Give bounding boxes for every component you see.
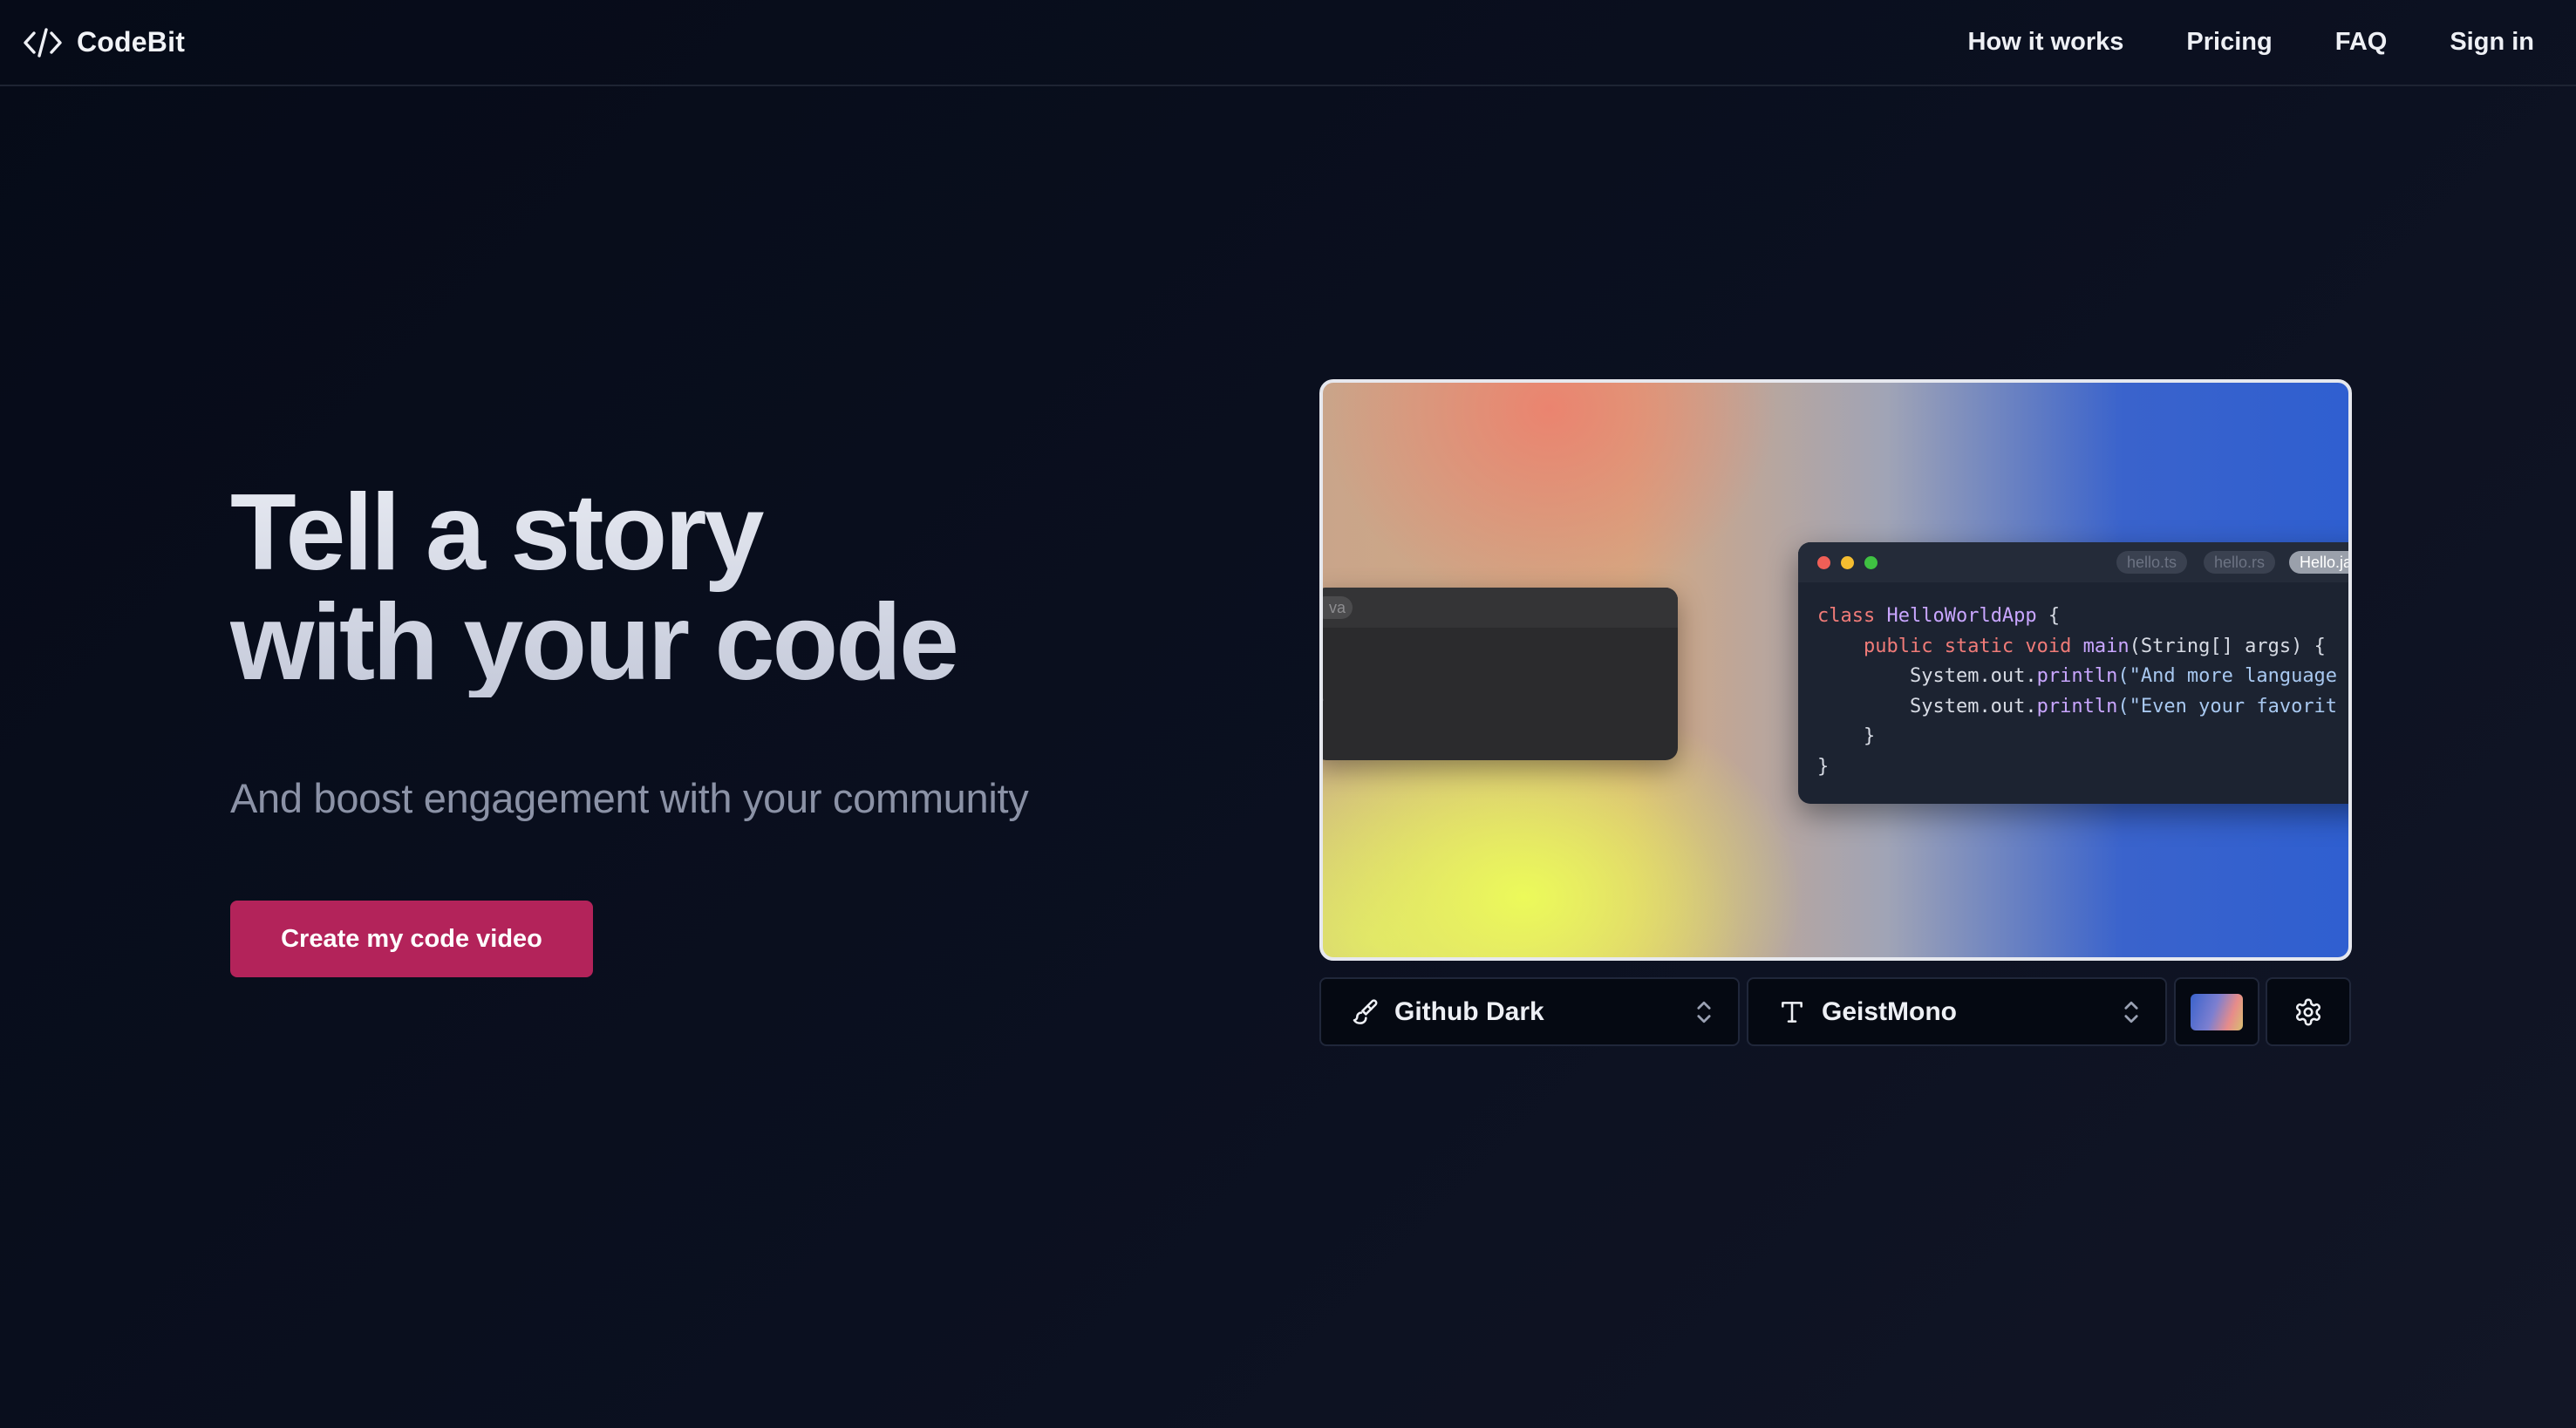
window-titlebar: va xyxy=(1323,588,1678,628)
code-token: class xyxy=(1817,605,1876,627)
window-titlebar: hello.ts hello.rs Hello.ja xyxy=(1798,542,2348,582)
nav-link-pricing[interactable]: Pricing xyxy=(2186,28,2272,57)
code-token: ("Even your favorit xyxy=(2117,695,2338,717)
brand-logo[interactable]: CodeBit xyxy=(23,25,185,60)
background-picker-button[interactable] xyxy=(2174,977,2259,1046)
theme-select-value: Github Dark xyxy=(1394,996,1544,1026)
code-token: println xyxy=(2036,665,2118,687)
nav-link-sign-in[interactable]: Sign in xyxy=(2450,28,2534,57)
hero-title: Tell a story with your code xyxy=(230,478,957,697)
type-icon xyxy=(1782,1001,1803,1023)
code-token: System.out. xyxy=(1909,665,2037,687)
close-dot-icon xyxy=(1817,556,1830,569)
font-select-value: GeistMono xyxy=(1822,996,1957,1026)
code-token: { xyxy=(2036,605,2061,627)
code-token: HelloWorldApp xyxy=(1886,605,2037,627)
hero-title-line-1: Tell a story xyxy=(230,473,762,593)
create-code-video-button[interactable]: Create my code video xyxy=(230,901,593,977)
file-tab-hello-rs: hello.rs xyxy=(2204,551,2276,574)
code-window-current: hello.ts hello.rs Hello.ja class HelloWo… xyxy=(1798,542,2348,804)
code-fragment: ; xyxy=(1323,685,1327,707)
gradient-swatch-icon xyxy=(2191,993,2243,1030)
paintbrush-icon xyxy=(1353,998,1378,1024)
code-token: } xyxy=(1863,725,1876,747)
code-video-preview[interactable]: va ; hello.ts hello.rs Hello.ja class He… xyxy=(1319,379,2352,961)
theme-select[interactable]: Github Dark xyxy=(1319,977,1740,1046)
nav-link-faq[interactable]: FAQ xyxy=(2335,28,2388,57)
code-token: println xyxy=(2036,695,2118,717)
minimize-dot-icon xyxy=(1841,556,1854,569)
nav-link-how-it-works[interactable]: How it works xyxy=(1968,28,2124,57)
code-token: ("And more language xyxy=(2117,665,2338,687)
hero-title-line-2: with your code xyxy=(230,582,957,703)
code-token: System.out. xyxy=(1909,695,2037,717)
brand-name: CodeBit xyxy=(77,26,186,58)
code-token: public static void xyxy=(1863,635,2072,657)
code-token: (String[] args) { xyxy=(2129,635,2326,657)
settings-button[interactable] xyxy=(2266,977,2351,1046)
code-token: main xyxy=(2082,635,2130,657)
hero-subtitle: And boost engagement with your community xyxy=(230,775,1029,821)
maximize-dot-icon xyxy=(1864,556,1877,569)
code-brackets-icon xyxy=(24,27,62,58)
chevron-up-down-icon xyxy=(2124,1001,2138,1023)
file-tab: va xyxy=(1323,596,1353,619)
font-select[interactable]: GeistMono xyxy=(1747,977,2167,1046)
chevron-up-down-icon xyxy=(1697,1001,1711,1023)
nav-links: How it works Pricing FAQ Sign in xyxy=(1968,28,2534,57)
gear-icon xyxy=(2295,998,2321,1025)
file-tab-hello-java: Hello.ja xyxy=(2289,551,2348,574)
file-tab-hello-ts: hello.ts xyxy=(2116,551,2188,574)
top-nav: CodeBit How it works Pricing FAQ Sign in xyxy=(0,0,2576,86)
code-block: class HelloWorldApp { public static void… xyxy=(1817,602,2337,782)
code-window-previous: va ; xyxy=(1323,588,1678,760)
code-token: } xyxy=(1817,755,1830,778)
